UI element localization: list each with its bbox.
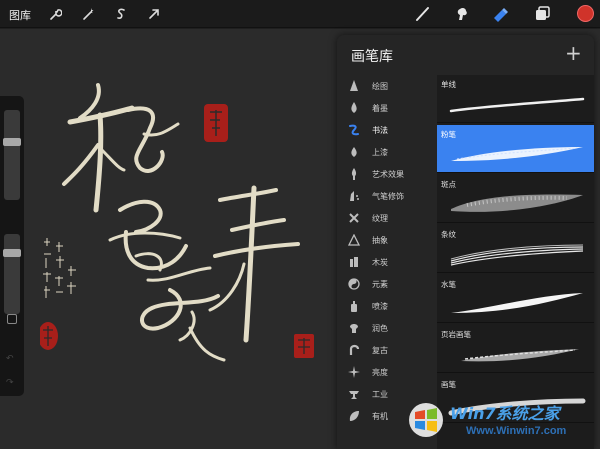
modify-button[interactable] bbox=[7, 314, 17, 324]
category-vintage[interactable]: 复古 bbox=[337, 339, 433, 361]
category-label: 艺术效果 bbox=[372, 169, 404, 179]
category-charcoals[interactable]: 木炭 bbox=[337, 251, 433, 273]
smudge-icon[interactable] bbox=[450, 2, 474, 26]
add-brush-button[interactable]: + bbox=[565, 41, 582, 65]
category-label: 工业 bbox=[372, 389, 388, 399]
category-airbrushing[interactable]: 气笔修饰 bbox=[337, 185, 433, 207]
category-touchups[interactable]: 润色 bbox=[337, 317, 433, 339]
category-label: 有机 bbox=[372, 411, 388, 421]
ink-drop-icon bbox=[348, 102, 360, 114]
brush-item[interactable]: 水笔 bbox=[437, 275, 594, 323]
category-abstract[interactable]: 抽象 bbox=[337, 229, 433, 251]
brush-item-selected[interactable]: 粉笔 bbox=[437, 125, 594, 173]
panel-title: 画笔库 bbox=[351, 49, 393, 65]
layers-icon[interactable] bbox=[531, 2, 555, 26]
brush-item[interactable]: 单线 bbox=[437, 75, 594, 123]
brush-icon[interactable] bbox=[411, 2, 435, 26]
category-label: 抽象 bbox=[372, 235, 388, 245]
left-sidebar: ↶ ↷ bbox=[0, 96, 24, 396]
windows-logo-icon bbox=[409, 403, 443, 437]
category-elements[interactable]: 元素 bbox=[337, 273, 433, 295]
undo-icon[interactable]: ↶ bbox=[6, 354, 14, 364]
texture-icon bbox=[348, 212, 360, 224]
category-textures[interactable]: 纹理 bbox=[337, 207, 433, 229]
brush-stroke-preview bbox=[461, 349, 579, 362]
redo-icon[interactable]: ↷ bbox=[6, 378, 14, 388]
category-label: 木炭 bbox=[372, 257, 388, 267]
category-label: 复古 bbox=[372, 345, 388, 355]
wrench-icon[interactable] bbox=[44, 3, 66, 25]
airbrush-icon bbox=[348, 190, 360, 202]
category-sketching[interactable]: 绘图 bbox=[337, 75, 433, 97]
brush-library-panel: 画笔库 + 绘图 着墨 书法 上漆 艺术效果 气笔修饰 纹理 抽象 木炭 元素 … bbox=[337, 35, 594, 449]
eraser-icon[interactable] bbox=[489, 2, 513, 26]
category-label: 书法 bbox=[372, 125, 388, 135]
watermark: Win7系统之家 Www.Winwin7.com bbox=[402, 394, 598, 446]
category-inking[interactable]: 着墨 bbox=[337, 97, 433, 119]
sparkle-icon bbox=[348, 366, 360, 378]
calligraphy-icon bbox=[348, 124, 360, 136]
brush-stroke-preview bbox=[451, 293, 583, 313]
paint-drop-icon bbox=[348, 146, 360, 158]
watermark-title: Win7系统之家 bbox=[450, 404, 560, 423]
transform-arrow-icon[interactable] bbox=[143, 3, 165, 25]
category-calligraphy[interactable]: 书法 bbox=[337, 119, 433, 141]
category-label: 气笔修饰 bbox=[372, 191, 404, 201]
category-luminance[interactable]: 亮度 bbox=[337, 361, 433, 383]
magic-wand-icon[interactable] bbox=[77, 3, 99, 25]
category-label: 润色 bbox=[372, 323, 388, 333]
brush-stroke-preview bbox=[451, 147, 583, 161]
brush-size-knob[interactable] bbox=[3, 138, 21, 146]
brush-size-slider[interactable] bbox=[4, 110, 20, 200]
category-artistic[interactable]: 艺术效果 bbox=[337, 163, 433, 185]
category-spraypaints[interactable]: 喷漆 bbox=[337, 295, 433, 317]
color-picker-button[interactable] bbox=[577, 5, 594, 22]
retouch-icon bbox=[348, 322, 360, 334]
brush-stroke-preview bbox=[451, 194, 583, 212]
brush-item[interactable]: 条纹 bbox=[437, 225, 594, 273]
spray-can-icon bbox=[348, 300, 360, 312]
triangle-icon bbox=[348, 234, 360, 246]
art-brush-icon bbox=[348, 168, 360, 180]
calligraphy-artwork bbox=[38, 60, 360, 390]
brush-stroke-preview bbox=[450, 244, 584, 266]
brush-item[interactable]: 页岩画笔 bbox=[437, 325, 594, 373]
brush-stroke-preview bbox=[449, 97, 585, 113]
brush-list: 单线 粉笔 斑点 条纹 水笔 页岩画笔 画笔 bbox=[437, 75, 594, 449]
leaf-icon bbox=[348, 410, 360, 422]
watermark-url: Www.Winwin7.com bbox=[466, 425, 567, 437]
gallery-button[interactable]: 图库 bbox=[9, 7, 31, 23]
opacity-knob[interactable] bbox=[3, 249, 21, 257]
category-label: 着墨 bbox=[372, 103, 388, 113]
category-painting[interactable]: 上漆 bbox=[337, 141, 433, 163]
brush-item[interactable]: 斑点 bbox=[437, 175, 594, 223]
retro-icon bbox=[348, 344, 360, 356]
charcoal-icon bbox=[348, 256, 360, 268]
anvil-icon bbox=[348, 388, 360, 400]
category-label: 绘图 bbox=[372, 81, 388, 91]
category-label: 亮度 bbox=[372, 367, 388, 377]
top-toolbar: 图库 bbox=[0, 0, 600, 28]
opacity-slider[interactable] bbox=[4, 234, 20, 314]
pencil-tip-icon bbox=[348, 80, 360, 92]
yin-yang-icon bbox=[348, 278, 360, 290]
category-label: 喷漆 bbox=[372, 301, 388, 311]
category-label: 上漆 bbox=[372, 147, 388, 157]
selection-icon[interactable] bbox=[110, 3, 132, 25]
category-label: 纹理 bbox=[372, 213, 388, 223]
category-label: 元素 bbox=[372, 279, 388, 289]
